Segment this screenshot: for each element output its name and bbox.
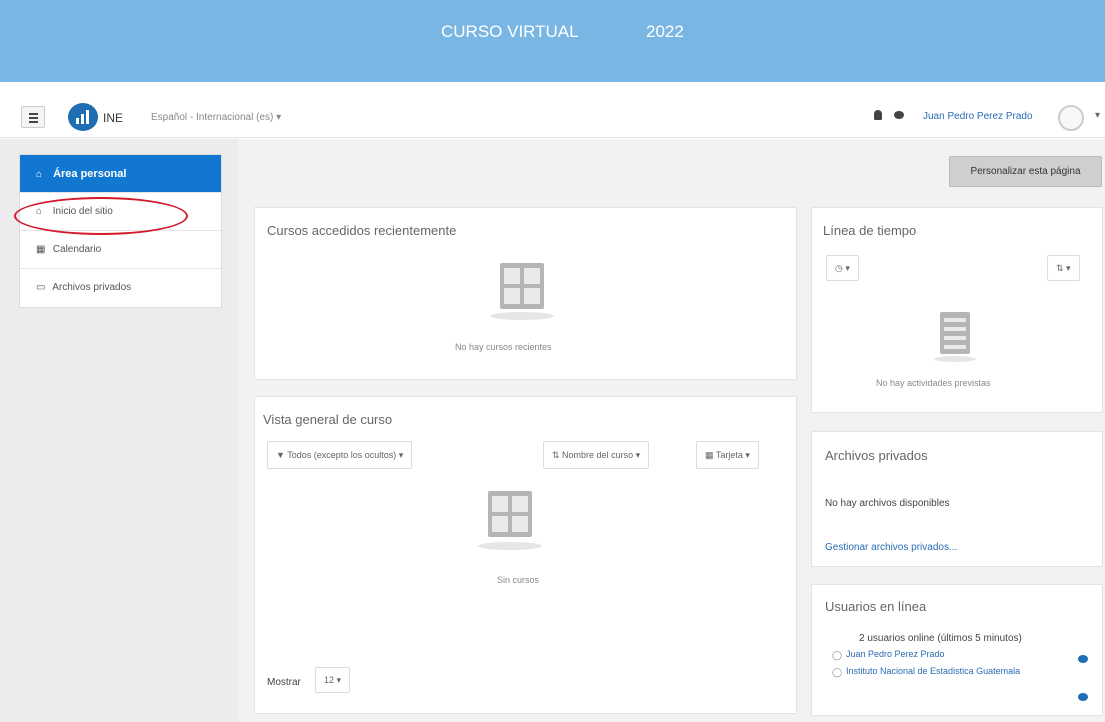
- show-label: Mostrar: [267, 677, 301, 688]
- courses-placeholder-icon: [500, 263, 544, 309]
- file-icon: ▭: [36, 282, 46, 293]
- top-navbar: INE Español - Internacional (es) ▾ Juan …: [0, 96, 1105, 138]
- sidebar-item-label: Área personal: [53, 168, 127, 180]
- sidebar-item-label: Calendario: [52, 244, 102, 255]
- online-summary: 2 usuarios online (últimos 5 minutos): [859, 633, 1022, 644]
- avatar-icon[interactable]: [1058, 105, 1084, 131]
- sidebar-item-label: Archivos privados: [52, 282, 132, 293]
- overview-empty-text: Sin cursos: [497, 575, 540, 585]
- filter-dropdown[interactable]: ▼ Todos (excepto los ocultos) ▾: [267, 441, 413, 469]
- customize-page-button[interactable]: Personalizar esta página: [949, 156, 1102, 187]
- banner-title: CURSO VIRTUAL: [441, 22, 579, 41]
- site-brand[interactable]: INE: [103, 111, 123, 125]
- sort-dropdown[interactable]: ⇅ Nombre del curso ▾: [543, 441, 650, 469]
- banner-year: 2022: [646, 22, 684, 41]
- message-icon[interactable]: [1078, 693, 1088, 701]
- courses-placeholder-icon: [488, 491, 532, 537]
- timeline-sort-dropdown[interactable]: ⇅ ▾: [1047, 255, 1080, 281]
- message-icon[interactable]: [1078, 655, 1088, 663]
- sidebar-item-area-personal[interactable]: ⌂ Área personal: [20, 155, 221, 193]
- recent-empty-text: No hay cursos recientes: [455, 342, 552, 352]
- files-empty-text: No hay archivos disponibles: [825, 498, 950, 509]
- placeholder-shadow: [934, 356, 976, 362]
- online-users-card: Usuarios en línea 2 usuarios online (últ…: [811, 584, 1103, 716]
- files-title: Archivos privados: [825, 448, 928, 463]
- timeline-empty-text: No hay actividades previstas: [876, 378, 991, 388]
- online-title: Usuarios en línea: [825, 599, 927, 614]
- bell-icon[interactable]: [874, 110, 882, 120]
- placeholder-shadow: [478, 542, 542, 550]
- dashboard-icon: ⌂: [36, 169, 43, 180]
- view-dropdown[interactable]: ▦ Tarjeta ▾: [696, 441, 759, 469]
- user-name[interactable]: Juan Pedro Perez Prado: [923, 111, 1033, 122]
- sidebar-item-calendario[interactable]: ▦ Calendario: [20, 231, 221, 269]
- recent-courses-card: Cursos accedidos recientemente No hay cu…: [254, 207, 797, 380]
- online-user-2[interactable]: Instituto Nacional de Estadistica Guatem…: [846, 666, 1020, 676]
- list-placeholder-icon: [940, 312, 970, 354]
- recent-courses-title: Cursos accedidos recientemente: [267, 223, 457, 238]
- calendar-icon: ▦: [36, 244, 46, 255]
- user-icon: ◯: [832, 667, 843, 677]
- manage-files-link[interactable]: Gestionar archivos privados...: [825, 542, 957, 553]
- user-icon: ◯: [832, 650, 843, 660]
- logo-icon[interactable]: [68, 103, 98, 131]
- course-banner: CURSO VIRTUAL 2022: [0, 0, 1105, 82]
- timeline-title: Línea de tiempo: [823, 223, 917, 238]
- overview-title: Vista general de curso: [263, 412, 393, 427]
- language-menu[interactable]: Español - Internacional (es) ▾: [151, 112, 281, 123]
- private-files-card: Archivos privados No hay archivos dispon…: [811, 431, 1103, 567]
- online-user-1[interactable]: Juan Pedro Perez Prado: [846, 649, 945, 659]
- user-menu-caret[interactable]: ▾: [1095, 110, 1100, 121]
- timeline-card: Línea de tiempo ◷ ▾ ⇅ ▾ No hay actividad…: [811, 207, 1103, 413]
- sidebar-item-archivos[interactable]: ▭ Archivos privados: [20, 269, 221, 307]
- course-overview-card: Vista general de curso ▼ Todos (excepto …: [254, 396, 797, 714]
- chat-icon[interactable]: [894, 111, 904, 119]
- clock-filter-dropdown[interactable]: ◷ ▾: [826, 255, 859, 281]
- page-size-select[interactable]: 12 ▾: [315, 667, 351, 693]
- menu-icon[interactable]: [21, 106, 45, 128]
- highlight-circle: [14, 197, 188, 235]
- placeholder-shadow: [490, 312, 554, 320]
